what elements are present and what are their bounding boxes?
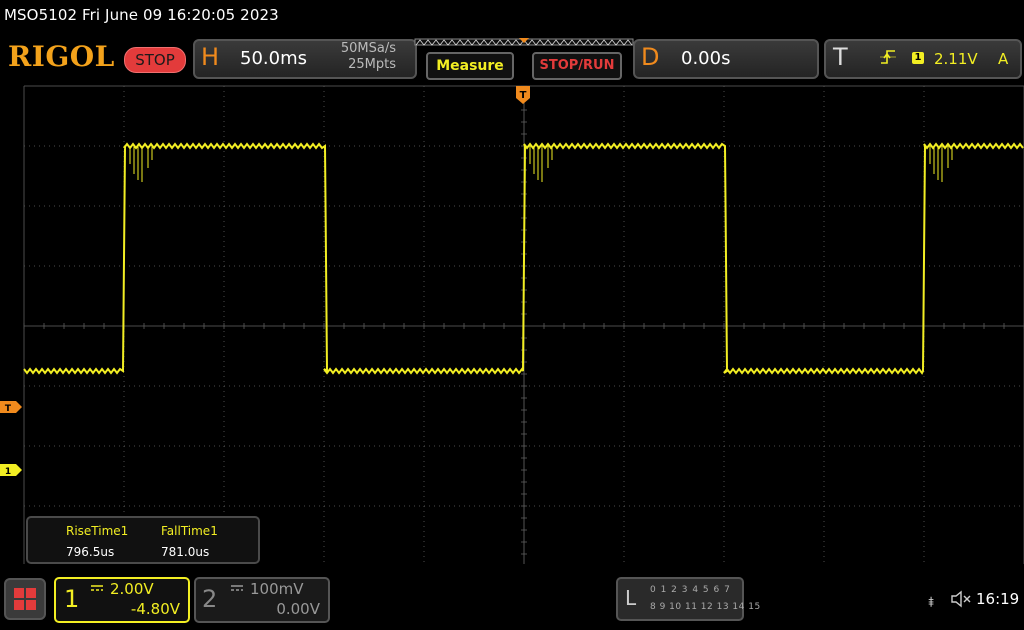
rise-time-label: RiseTime1 (66, 524, 129, 538)
rising-edge-icon (880, 50, 896, 64)
trigger-level: 2.11V (934, 50, 978, 68)
brand-logo: RIGOL (8, 40, 115, 73)
measurement-panel[interactable] (26, 516, 260, 564)
logic-letter: L (625, 586, 637, 610)
grid-menu-icon (14, 588, 36, 610)
trace-glitches (129, 146, 953, 182)
trigger-mode: A (998, 50, 1009, 68)
rise-time-value: 796.5us (66, 545, 115, 559)
usb-icon: ⯒ (928, 595, 935, 611)
device-title: MSO5102 Fri June 09 16:20:05 2023 (4, 6, 279, 24)
delay-letter: D (641, 43, 660, 71)
logic-channels-row-2: 8 9 10 11 12 13 14 15 (650, 602, 761, 612)
trigger-source-badge: 1 (912, 52, 924, 64)
sample-rate: 50MSa/s (340, 41, 396, 56)
channel-1-scale: 2.00V (110, 580, 154, 598)
dc-coupling-icon (91, 585, 103, 591)
home-button[interactable] (4, 578, 46, 620)
channel-1-offset: -4.80V (130, 600, 180, 618)
waveform-display[interactable]: T T 1 (0, 84, 1024, 564)
trigger-level-marker: T (0, 401, 22, 414)
trigger-position-label: T (520, 90, 527, 101)
stop-run-button[interactable]: STOP/RUN (532, 52, 622, 80)
trigger-letter: T (833, 43, 848, 71)
speaker-muted-icon[interactable] (950, 590, 972, 608)
measure-button[interactable]: Measure (426, 52, 514, 80)
horizontal-letter: H (201, 43, 220, 71)
delay-value: 0.00s (681, 48, 731, 69)
trigger-level-label: T (5, 404, 12, 414)
fall-time-label: FallTime1 (161, 524, 218, 538)
run-state-button[interactable]: STOP (124, 47, 186, 73)
channel-1-ground-label: 1 (5, 467, 11, 477)
system-clock: 16:19 (976, 590, 1020, 608)
channel-1-ground-marker: 1 (0, 464, 22, 477)
channel-2-offset: 0.00V (276, 600, 320, 618)
memory-position-bar (414, 38, 634, 46)
memory-depth: 25Mpts (348, 57, 396, 72)
fall-time-value: 781.0us (161, 545, 210, 559)
logic-channels-row-1: 0 1 2 3 4 5 6 7 (650, 585, 731, 595)
dc-coupling-icon (231, 585, 243, 591)
channel-2-number: 2 (202, 585, 218, 613)
channel-2-scale: 100mV (250, 580, 304, 598)
timebase-value: 50.0ms (240, 48, 307, 69)
channel-1-number: 1 (64, 585, 80, 613)
trigger-position-marker: T (516, 86, 530, 104)
